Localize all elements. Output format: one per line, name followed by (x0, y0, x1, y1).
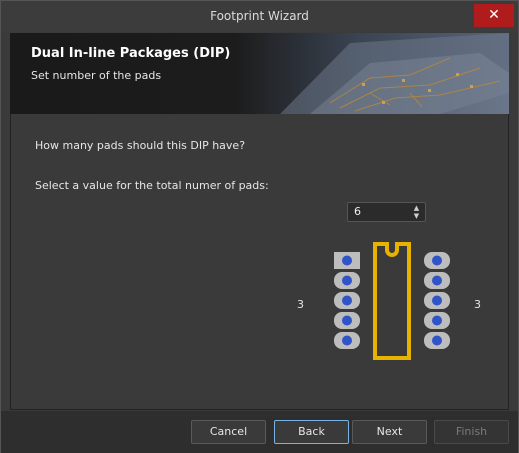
chevron-down-icon[interactable]: ▼ (412, 212, 421, 220)
dip-preview (334, 242, 450, 360)
finish-button: Finish (434, 420, 509, 444)
cancel-button[interactable]: Cancel (191, 420, 266, 444)
pad-1 (334, 252, 360, 269)
prompt-text: Select a value for the total numer of pa… (35, 179, 269, 192)
pad-5 (334, 332, 360, 349)
pad-3 (334, 292, 360, 309)
banner-subheading: Set number of the pads (31, 69, 162, 82)
button-bar: Cancel Back Next Finish (1, 411, 518, 453)
pad-7 (424, 272, 450, 289)
banner-heading: Dual In-line Packages (DIP) (31, 46, 231, 61)
pad-count-spinbox[interactable]: 6 ▲ ▼ (347, 202, 426, 222)
pad-9 (424, 312, 450, 329)
question-text: How many pads should this DIP have? (35, 139, 246, 152)
wizard-content: How many pads should this DIP have? Sele… (10, 114, 509, 410)
chevron-up-icon[interactable]: ▲ (412, 204, 421, 212)
footprint-wizard-window: Footprint Wizard ✕ Dual In-line Packages… (0, 0, 519, 453)
package-outline (373, 242, 411, 360)
title-bar: Footprint Wizard ✕ (1, 1, 518, 32)
pad-6 (424, 252, 450, 269)
window-title: Footprint Wizard (210, 9, 309, 23)
close-button[interactable]: ✕ (474, 4, 514, 27)
pad-8 (424, 292, 450, 309)
next-button[interactable]: Next (352, 420, 427, 444)
right-pad-count-label: 3 (474, 298, 481, 311)
pad-2 (334, 272, 360, 289)
back-button[interactable]: Back (274, 420, 349, 444)
pad-10 (424, 332, 450, 349)
pad-4 (334, 312, 360, 329)
close-icon: ✕ (488, 7, 500, 23)
left-pad-count-label: 3 (297, 298, 304, 311)
header-banner: Dual In-line Packages (DIP) Set number o… (10, 33, 509, 114)
spinbox-arrows[interactable]: ▲ ▼ (412, 204, 421, 220)
pad-count-value: 6 (354, 205, 361, 218)
